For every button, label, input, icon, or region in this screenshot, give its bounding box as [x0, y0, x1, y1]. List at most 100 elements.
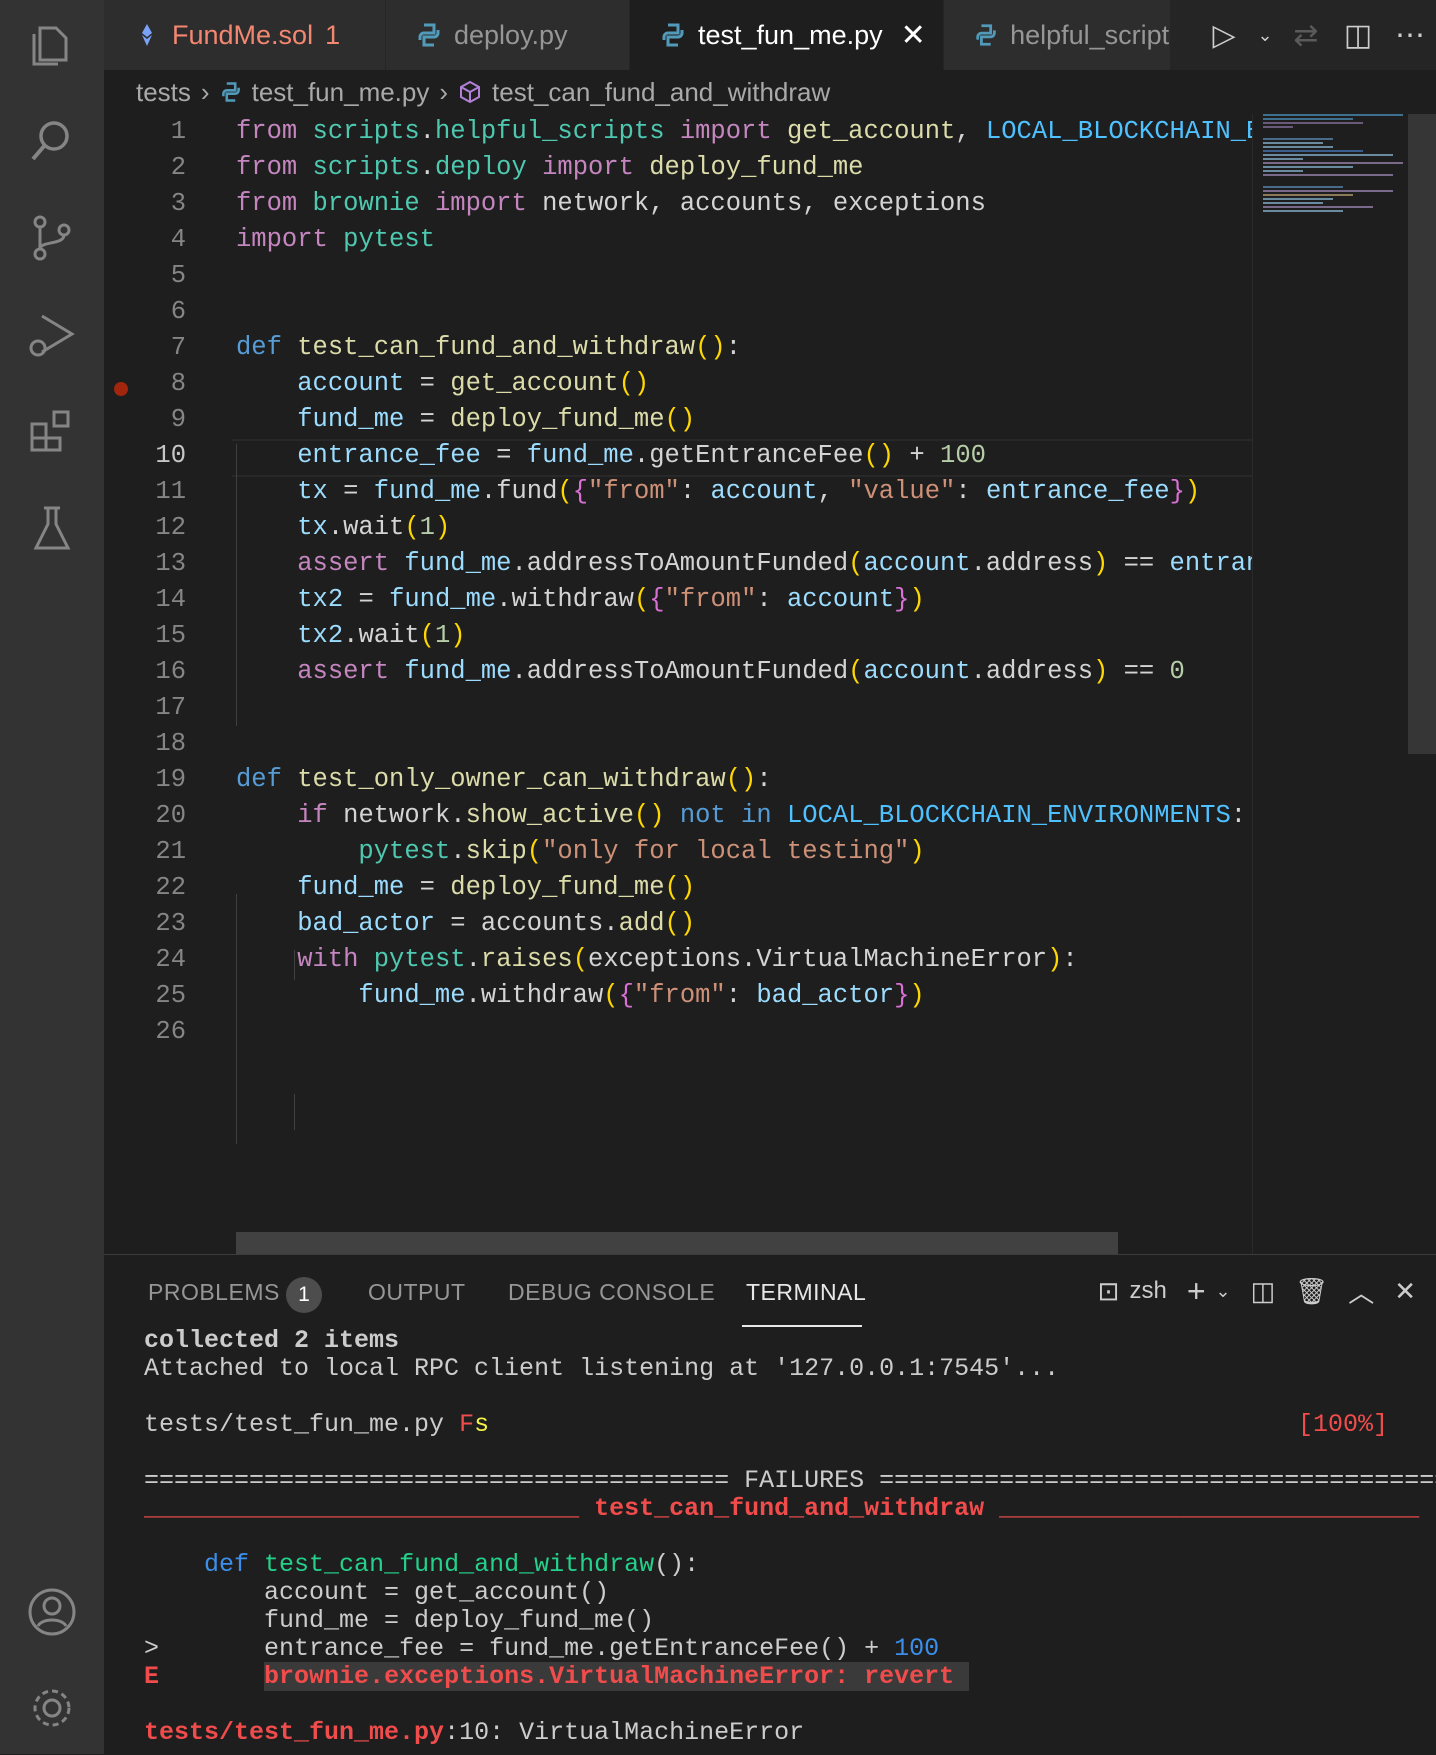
terminal-line: fund_me = deploy_fund_me() [264, 1606, 655, 1635]
terminal-line: tests/test_fun_me.py:10: VirtualMachineE… [144, 1718, 805, 1747]
code-line: 9 fund_me = deploy_fund_me() [170, 405, 696, 434]
code-line: 11 tx = fund_me.fund({"from": account, "… [155, 477, 1201, 506]
terminal-line: Attached to local RPC client listening a… [144, 1354, 1060, 1383]
tab-debug-console[interactable]: DEBUG CONSOLE [508, 1279, 715, 1306]
solidity-file-icon [142, 24, 152, 46]
python-file-icon [976, 24, 996, 46]
terminal-line: collected 2 items [144, 1326, 400, 1355]
more-actions-icon[interactable]: ⋯ [1384, 18, 1436, 53]
python-file-icon [418, 23, 440, 47]
split-editor-icon[interactable]: ◫ [1332, 18, 1384, 53]
source-control-icon[interactable] [26, 212, 78, 264]
code-line: 2 from scripts.deploy import deploy_fund_… [170, 153, 864, 182]
tab-helpful-scripts[interactable]: helpful_scripts [944, 0, 1170, 70]
indent-guide [294, 1094, 295, 1130]
minimap-line [1263, 138, 1333, 140]
testing-icon[interactable] [26, 502, 78, 554]
code-line: 12 tx.wait(1) [155, 513, 451, 542]
code-line: 23 bad_actor = accounts.add() [155, 909, 696, 938]
trash-icon[interactable]: 🗑 [1295, 1276, 1328, 1307]
problems-badge: 1 [325, 19, 341, 50]
code-line: 13 assert fund_me.addressToAmountFunded(… [155, 549, 1252, 578]
chevron-right-icon: › [200, 76, 210, 107]
tab-output[interactable]: OUTPUT [368, 1279, 466, 1306]
close-panel-icon[interactable]: ✕ [1394, 1276, 1416, 1307]
split-terminal-icon[interactable]: ◫ [1251, 1276, 1276, 1307]
editor-tab-bar: FundMe.sol 1 deploy.py test_fun_me.py ✕ … [104, 0, 1436, 70]
terminal-line: E brownie.exceptions.VirtualMachineError… [144, 1662, 970, 1691]
minimap-line [1263, 162, 1403, 164]
breadcrumb-folder[interactable]: tests [136, 77, 191, 108]
tab-label: helpful_scripts [1010, 19, 1170, 50]
code-line: 8 account = get_account() [170, 369, 650, 398]
code-line: 19 def test_only_owner_can_withdraw(): [155, 765, 772, 794]
minimap-line [1263, 122, 1363, 124]
code-line: 25 fund_me.withdraw({"from": bad_actor}) [155, 981, 925, 1010]
code-line: 6 [170, 297, 186, 326]
run-icon[interactable]: ▷ [1198, 18, 1250, 53]
code-line: 7 def test_can_fund_and_withdraw(): [170, 333, 742, 362]
chevron-down-icon[interactable]: ⌄ [1216, 1281, 1231, 1302]
shell-name[interactable]: zsh [1129, 1277, 1166, 1305]
vertical-scrollbar[interactable] [1408, 114, 1436, 754]
breadcrumb-symbol[interactable]: test_can_fund_and_withdraw [492, 77, 830, 108]
close-icon[interactable]: ✕ [901, 18, 926, 53]
problems-count-badge: 1 [286, 1277, 322, 1313]
tab-deploy-py[interactable]: deploy.py [386, 0, 630, 70]
minimap-line [1263, 198, 1333, 200]
run-debug-icon[interactable] [26, 308, 78, 360]
panel-actions: ⊡ zsh + ⌄ ◫ 🗑 ︿ ✕ [1088, 1271, 1426, 1311]
search-icon[interactable] [26, 114, 78, 166]
minimap-line [1263, 174, 1393, 176]
active-tab-underline [742, 1325, 862, 1327]
terminal-line: account = get_account() [264, 1578, 610, 1607]
code-line: 21 pytest.skip("only for local testing") [155, 837, 925, 866]
explorer-icon[interactable] [26, 20, 78, 72]
minimap-line [1263, 186, 1343, 188]
minimap-line [1263, 142, 1323, 144]
code-line: 20 if network.show_active() not in LOCAL… [155, 801, 1247, 830]
horizontal-scrollbar[interactable] [236, 1232, 1118, 1254]
method-symbol-icon [460, 80, 481, 104]
minimap-line [1263, 118, 1353, 120]
tab-test-fun-me-py[interactable]: test_fun_me.py ✕ [630, 0, 944, 70]
compare-changes-icon[interactable]: ⇄ [1280, 18, 1332, 53]
minimap-line [1263, 166, 1353, 168]
code-line: 26 [155, 1017, 186, 1046]
code-line: 24 with pytest.raises(exceptions.Virtual… [155, 945, 1078, 974]
terminal-line: tests/test_fun_me.py Fs [144, 1410, 490, 1439]
terminal-line: _____________________________ test_can_f… [144, 1494, 1420, 1523]
code-line: 3 from brownie import network, accounts, … [170, 189, 986, 218]
minimap-line [1263, 170, 1303, 172]
settings-gear-icon[interactable] [26, 1682, 78, 1734]
chevron-down-icon[interactable]: ⌄ [1250, 25, 1280, 46]
terminal-line: > entrance_fee = fund_me.getEntranceFee(… [144, 1634, 940, 1663]
minimap-line [1263, 158, 1303, 160]
code-line: 10 entrance_fee = fund_me.getEntranceFee… [155, 441, 986, 470]
minimap-line [1263, 146, 1333, 148]
code-editor[interactable]: 1 from scripts.helpful_scripts import get… [104, 114, 1252, 1254]
extensions-icon[interactable] [26, 404, 78, 456]
code-line: 15 tx2.wait(1) [155, 621, 466, 650]
minimap-line [1263, 190, 1393, 192]
tab-label: test_fun_me.py [698, 19, 883, 50]
tab-label: deploy.py [454, 19, 568, 50]
minimap-line [1263, 210, 1343, 212]
terminal-icon: ⊡ [1097, 1275, 1120, 1306]
tab-terminal[interactable]: TERMINAL [746, 1279, 866, 1306]
minimap-line [1263, 114, 1403, 116]
tab-problems[interactable]: PROBLEMS [148, 1279, 280, 1306]
account-icon[interactable] [26, 1586, 78, 1638]
maximize-panel-icon[interactable]: ︿ [1348, 1273, 1374, 1310]
editor-actions: ▷ ⌄ ⇄ ◫ ⋯ [1198, 0, 1436, 70]
minimap-line [1263, 150, 1363, 152]
minimap[interactable] [1252, 114, 1413, 1254]
tab-fundme-sol[interactable]: FundMe.sol 1 [104, 0, 386, 70]
code-line: 4 import pytest [170, 225, 435, 254]
tab-label: FundMe.sol [172, 19, 314, 50]
new-terminal-icon[interactable]: + [1187, 1273, 1206, 1310]
breadcrumb: tests › test_fun_me.py › test_can_fund_a… [104, 70, 1436, 114]
minimap-line [1263, 194, 1353, 196]
breadcrumb-file[interactable]: test_fun_me.py [252, 77, 430, 108]
code-line: 1 from scripts.helpful_scripts import get… [170, 117, 1252, 146]
